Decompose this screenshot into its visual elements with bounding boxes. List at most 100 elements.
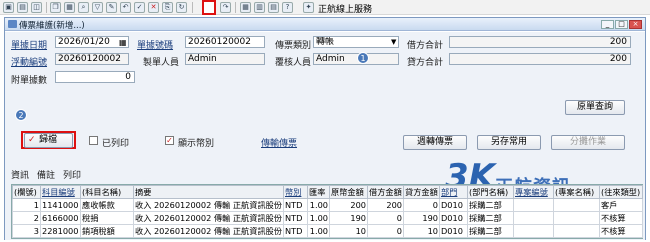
cell[interactable]: 收入 20260120002 傳輸 正航資訊股份 <box>133 198 284 212</box>
toolbar-separator <box>235 2 236 13</box>
maximize-icon[interactable]: □ <box>615 20 628 29</box>
col-header: (專案名稱) <box>553 185 600 199</box>
table-row[interactable]: 1 1141000 應收帳款 收入 20260120002 傳輸 正航資訊股份 … <box>12 198 643 212</box>
refresh-icon[interactable]: ↻ <box>176 2 187 13</box>
cell[interactable]: 10 <box>329 224 368 238</box>
cell[interactable]: 1.00 <box>307 224 330 238</box>
annotation-badge-2: 2 <box>15 109 27 121</box>
cell: 採購二部 <box>467 211 514 225</box>
copy-icon[interactable]: ❐ <box>50 2 61 13</box>
preview-icon[interactable]: ◫ <box>31 2 42 13</box>
tab-info[interactable]: 資訊 <box>11 168 29 181</box>
cell[interactable]: D010 <box>439 224 468 238</box>
approve-icon[interactable]: ✓ <box>134 2 145 13</box>
attach-count-field[interactable]: 0 <box>55 71 135 83</box>
cell[interactable]: 收入 20260120002 傳輸 正航資訊股份 <box>133 211 284 225</box>
calendar-icon[interactable]: ▦ <box>240 2 251 13</box>
cell: 1 <box>12 198 41 212</box>
cell[interactable]: D010 <box>439 198 468 212</box>
table-row[interactable]: 2 6166000 稅捐 收入 20260120002 傳輸 正航資訊股份 NT… <box>12 211 643 225</box>
attach-icon[interactable]: ⎘ <box>162 2 173 13</box>
cell: 稅捐 <box>80 211 134 225</box>
reviewer-label: 覆核人員 <box>275 58 312 68</box>
cell[interactable]: 0 <box>403 198 440 212</box>
report-icon[interactable]: ▤ <box>268 2 279 13</box>
maker-label: 製單人員 <box>143 58 180 68</box>
col-header[interactable]: 科目編號 <box>40 185 81 199</box>
doc-date-label: 單據日期 <box>11 41 48 51</box>
printed-label: 已列印 <box>102 139 130 149</box>
cell[interactable]: 200 <box>367 198 404 212</box>
minimize-icon[interactable]: _ <box>601 20 614 29</box>
recurring-voucher-button[interactable]: 週轉傳票 <box>403 135 467 150</box>
voucher-type-select[interactable]: 轉帳 <box>313 36 399 48</box>
chevron-down-icon[interactable]: ▼ <box>391 38 396 46</box>
float-no-label: 浮動編號 <box>11 58 48 68</box>
undo-icon[interactable]: ↶ <box>120 2 131 13</box>
find-icon[interactable]: ⌕ <box>78 2 89 13</box>
cell: 客戶 <box>599 198 643 212</box>
col-header[interactable]: 幣別 <box>283 185 308 199</box>
attach-count-label: 附單據數 <box>11 76 48 86</box>
cell[interactable]: 0 <box>367 224 404 238</box>
cell: 銷項稅額 <box>80 224 134 238</box>
service-icon[interactable]: ✦ <box>303 2 314 13</box>
tab-notes[interactable]: 備註 <box>37 168 55 181</box>
cell[interactable] <box>513 224 554 238</box>
save-common-button[interactable]: 另存常用 <box>477 135 541 150</box>
printed-checkbox[interactable] <box>89 136 98 145</box>
paste-icon[interactable]: ▦ <box>64 2 75 13</box>
edit-icon[interactable]: ✎ <box>106 2 117 13</box>
cell[interactable]: 190 <box>403 211 440 225</box>
print-icon[interactable]: ▤ <box>17 2 28 13</box>
col-header[interactable]: 專案編號 <box>513 185 554 199</box>
original-query-button[interactable]: 原單查詢 <box>565 100 625 115</box>
cell[interactable]: D010 <box>439 211 468 225</box>
cell[interactable]: 200 <box>329 198 368 212</box>
save-icon[interactable]: ▣ <box>3 2 14 13</box>
doc-date-field[interactable]: 2026/01/20 <box>55 36 129 48</box>
voucher-detail-grid: (欄號) 科目編號 (科目名稱) 摘要 幣別 匯率 原幣金額 借方金額 貸方金額… <box>11 184 643 239</box>
table-row[interactable]: 3 2281000 銷項稅額 收入 20260120002 傳輸 正航資訊股份 … <box>12 224 643 238</box>
delete-icon[interactable]: ✕ <box>148 2 159 13</box>
cell[interactable]: NTD <box>283 224 308 238</box>
show-category-checkbox[interactable]: ✓ <box>165 136 174 145</box>
cell[interactable] <box>513 198 554 212</box>
online-service-link[interactable]: 正航線上服務 <box>318 2 372 15</box>
col-header: 借方金額 <box>367 185 404 199</box>
col-header: (部門名稱) <box>467 185 514 199</box>
tab-print[interactable]: 列印 <box>63 168 81 181</box>
credit-total-label: 貸方合計 <box>407 58 444 68</box>
cell[interactable]: NTD <box>283 211 308 225</box>
cell[interactable]: 190 <box>329 211 368 225</box>
filter-icon[interactable]: ▽ <box>92 2 103 13</box>
cell[interactable]: 1.00 <box>307 211 330 225</box>
cell: 2 <box>12 211 41 225</box>
return-archive-tool-icon[interactable] <box>202 0 216 15</box>
col-header: 匯率 <box>307 185 330 199</box>
title-bar: 傳票維護(新增...) _ □ × <box>5 18 645 31</box>
help-icon[interactable]: ? <box>282 2 293 13</box>
close-icon[interactable]: × <box>629 20 642 29</box>
cell[interactable]: 0 <box>367 211 404 225</box>
cell[interactable]: NTD <box>283 198 308 212</box>
col-header: 摘要 <box>133 185 284 199</box>
cell[interactable]: 收入 20260120002 傳輸 正航資訊股份 <box>133 224 284 238</box>
grid-icon[interactable]: ▥ <box>254 2 265 13</box>
col-header[interactable]: 部門 <box>439 185 468 199</box>
cell[interactable]: 6166000 <box>40 211 81 225</box>
float-no-field: 20260120002 <box>55 53 129 65</box>
cell: 應收帳款 <box>80 198 134 212</box>
redo-icon[interactable]: ↷ <box>220 2 231 13</box>
doc-no-field[interactable]: 20260120002 <box>185 36 265 48</box>
split-operation-button[interactable]: 分攤作業 <box>551 135 625 150</box>
cell[interactable] <box>513 211 554 225</box>
cell[interactable]: 2281000 <box>40 224 81 238</box>
cell[interactable]: 1.00 <box>307 198 330 212</box>
cell[interactable]: 1141000 <box>40 198 81 212</box>
calendar-icon[interactable]: ▦ <box>119 38 127 47</box>
cell <box>553 211 600 225</box>
voucher-form: 單據日期 2026/01/20 ▦ 單據號碼 20260120002 傳票類別 … <box>5 32 645 240</box>
cell[interactable]: 10 <box>403 224 440 238</box>
transfer-voucher-link[interactable]: 傳輸傳票 <box>261 136 297 149</box>
